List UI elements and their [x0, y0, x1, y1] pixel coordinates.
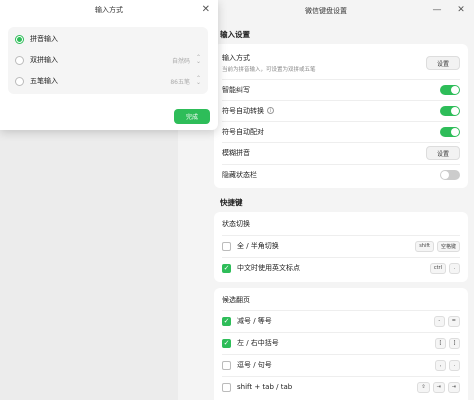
cn-en-punct-keys: ctrl .	[429, 262, 460, 274]
full-half-keys: shift 空格键	[415, 240, 460, 252]
minus-equal-row: ✓ 减号 / 等号 - =	[214, 310, 468, 332]
symbol-pair-toggle[interactable]	[440, 126, 460, 137]
chevron-updown-icon[interactable]: ⌃ ⌄	[196, 76, 201, 86]
candidate-title-row: 候选翻页	[214, 290, 468, 310]
status-switch-card: 状态切换 全 / 半角切换 shift 空格键 ✓ 中文时使用英文标点 ctrl…	[214, 212, 468, 282]
fuzzy-pinyin-row: 模糊拼音 设置	[214, 142, 468, 164]
input-method-row: 输入方式 当前为拼音输入，可设置为双拼或五笔 设置	[214, 48, 468, 78]
brackets-row: ✓ 左 / 右中括号 [ ]	[214, 332, 468, 354]
brackets-keys: [ ]	[435, 337, 460, 349]
settings-window: 微信键盘设置 — ✕ 输入设置 输入方式 当前为拼音输入，可设置为双拼或五笔 设…	[178, 0, 474, 400]
key-cap[interactable]: shift	[415, 240, 434, 252]
key-cap[interactable]: ]	[449, 337, 460, 349]
full-half-checkbox[interactable]	[222, 241, 231, 251]
symbol-convert-label: 符号自动转换	[222, 106, 264, 115]
minus-equal-checkbox[interactable]: ✓	[222, 316, 231, 326]
radio-wubi[interactable]	[15, 76, 24, 86]
input-method-options: 拼音输入 双拼输入 自然码 ⌃ ⌄ 五笔输入 86五笔 ⌃ ⌄	[8, 27, 208, 94]
radio-pinyin[interactable]	[15, 34, 24, 44]
key-cap[interactable]: [	[435, 337, 446, 349]
smart-correct-row: 智能纠写	[214, 79, 468, 100]
key-cap[interactable]: .	[449, 359, 460, 371]
done-button[interactable]: 完成	[174, 109, 210, 124]
smart-correct-toggle[interactable]	[440, 84, 460, 95]
symbol-pair-label: 符号自动配对	[222, 127, 264, 136]
dialog-titlebar: 输入方式 ✕	[0, 0, 218, 20]
close-window-icon[interactable]: ✕	[456, 5, 466, 15]
comma-period-label: 逗号 / 句号	[237, 361, 272, 369]
window-controls: — ✕	[432, 5, 466, 15]
candidate-card: 候选翻页 ✓ 减号 / 等号 - = ✓ 左 / 右中括号 [ ] 逗号 / 句…	[214, 288, 468, 400]
input-method-settings-button[interactable]: 设置	[425, 56, 460, 70]
shortcut-heading: 快捷键	[220, 198, 243, 207]
input-settings-heading: 输入设置	[220, 30, 250, 39]
key-cap[interactable]: 空格键	[436, 240, 460, 252]
minus-equal-keys: - =	[433, 315, 460, 327]
symbol-pair-row: 符号自动配对	[214, 121, 468, 142]
shift-tab-checkbox[interactable]	[222, 382, 231, 392]
comma-period-checkbox[interactable]	[222, 360, 231, 370]
cn-en-punct-row: ✓ 中文时使用英文标点 ctrl .	[214, 257, 468, 279]
dialog-title: 输入方式	[95, 6, 123, 14]
option-shuangpin[interactable]: 双拼输入 自然码 ⌃ ⌄	[8, 50, 208, 70]
symbol-convert-toggle[interactable]	[440, 105, 460, 116]
brackets-label: 左 / 右中括号	[237, 339, 279, 347]
cn-en-punct-label: 中文时使用英文标点	[237, 264, 300, 272]
hide-status-label: 隐藏状态栏	[222, 171, 257, 179]
minimize-icon[interactable]: —	[432, 5, 442, 15]
status-switch-title: 状态切换	[222, 220, 250, 228]
candidate-title: 候选翻页	[222, 296, 250, 304]
minus-equal-label: 减号 / 等号	[237, 317, 272, 325]
symbol-convert-row: 符号自动转换 i	[214, 100, 468, 121]
fuzzy-pinyin-label: 模糊拼音	[222, 149, 250, 157]
shuangpin-scheme-select[interactable]: 自然码	[172, 56, 190, 65]
info-icon[interactable]: i	[267, 107, 274, 114]
key-cap[interactable]: ctrl	[429, 262, 446, 274]
key-cap[interactable]: ,	[435, 359, 446, 371]
option-pinyin[interactable]: 拼音输入	[8, 29, 208, 49]
key-cap[interactable]: -	[433, 315, 445, 327]
input-method-desc: 当前为拼音输入，可设置为双拼或五笔	[222, 67, 316, 73]
input-method-dialog: 输入方式 ✕ 拼音输入 双拼输入 自然码 ⌃ ⌄ 五笔输入 86五笔 ⌃ ⌄ 完成	[0, 0, 218, 130]
close-icon[interactable]: ✕	[202, 4, 210, 15]
brackets-checkbox[interactable]: ✓	[222, 338, 231, 348]
smart-correct-label: 智能纠写	[222, 85, 250, 94]
comma-period-row: 逗号 / 句号 , .	[214, 354, 468, 376]
status-switch-title-row: 状态切换	[214, 214, 468, 234]
key-cap[interactable]: =	[447, 315, 460, 327]
key-cap[interactable]: ⇧	[417, 381, 430, 393]
cn-en-punct-checkbox[interactable]: ✓	[222, 263, 231, 273]
option-wubi[interactable]: 五笔输入 86五笔 ⌃ ⌄	[8, 71, 208, 91]
shift-tab-label: shift + tab / tab	[237, 383, 293, 391]
input-method-label: 输入方式	[222, 54, 250, 62]
hide-status-toggle[interactable]	[440, 170, 460, 180]
key-cap[interactable]: ⇥	[432, 381, 445, 393]
fuzzy-pinyin-settings-button[interactable]: 设置	[425, 146, 460, 160]
option-label: 双拼输入	[30, 56, 58, 64]
input-settings-card: 输入方式 当前为拼音输入，可设置为双拼或五笔 设置 智能纠写 符号自动转换 i …	[214, 44, 468, 188]
key-cap[interactable]: .	[449, 262, 460, 274]
settings-title: 微信键盘设置	[305, 7, 347, 15]
hide-status-row: 隐藏状态栏	[214, 164, 468, 186]
full-half-row: 全 / 半角切换 shift 空格键	[214, 235, 468, 257]
shift-tab-keys: ⇧ ⇥ ⇥	[417, 381, 460, 393]
shift-tab-row: shift + tab / tab ⇧ ⇥ ⇥	[214, 376, 468, 398]
wubi-scheme-select[interactable]: 86五笔	[170, 77, 190, 86]
radio-shuangpin[interactable]	[15, 55, 24, 65]
option-label: 拼音输入	[30, 35, 58, 43]
full-half-label: 全 / 半角切换	[237, 242, 279, 250]
chevron-updown-icon[interactable]: ⌃ ⌄	[196, 55, 201, 65]
option-label: 五笔输入	[30, 77, 58, 85]
comma-period-keys: , .	[435, 359, 460, 371]
settings-titlebar: 微信键盘设置 — ✕	[178, 0, 474, 22]
key-cap[interactable]: ⇥	[447, 381, 460, 393]
